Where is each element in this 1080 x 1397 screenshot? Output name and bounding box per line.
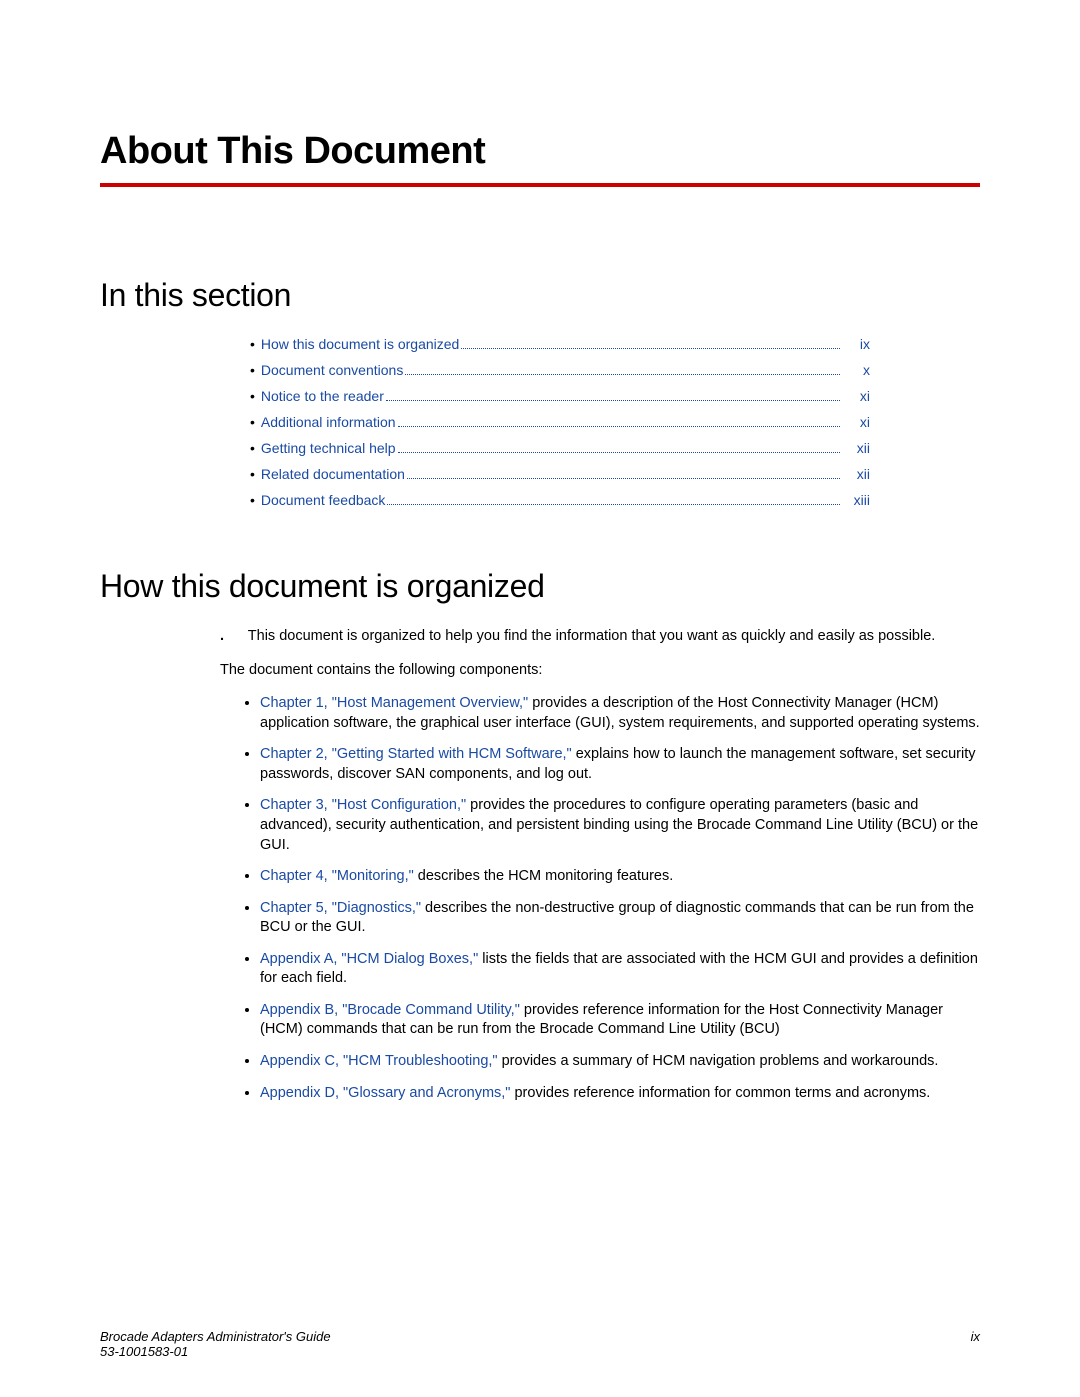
toc-page: xi xyxy=(842,388,870,404)
list-item: Chapter 2, "Getting Started with HCM Sof… xyxy=(260,745,980,784)
toc-leader xyxy=(407,478,840,479)
page: About This Document In this section • Ho… xyxy=(0,0,1080,1397)
toc-label: Additional information xyxy=(261,414,396,430)
page-title: About This Document xyxy=(100,130,980,173)
toc-label: How this document is organized xyxy=(261,336,459,352)
footer: Brocade Adapters Administrator's Guide 5… xyxy=(100,1329,980,1359)
toc-page: xiii xyxy=(842,492,870,508)
toc-page: xii xyxy=(842,466,870,482)
toc-label: Related documentation xyxy=(261,466,405,482)
chapter-link[interactable]: Appendix B, "Brocade Command Utility," xyxy=(260,1002,520,1018)
bullet-icon: • xyxy=(250,388,255,404)
toc-page: xi xyxy=(842,414,870,430)
footer-docnum: 53-1001583-01 xyxy=(100,1344,331,1359)
chapter-link[interactable]: Appendix C, "HCM Troubleshooting," xyxy=(260,1053,498,1069)
toc-item[interactable]: • How this document is organized ix xyxy=(250,336,870,352)
toc-leader xyxy=(405,374,840,375)
bullet-icon: • xyxy=(250,466,255,482)
toc-page: x xyxy=(842,362,870,378)
toc-item[interactable]: • Notice to the reader xi xyxy=(250,388,870,404)
bullet-icon: • xyxy=(250,336,255,352)
toc-leader xyxy=(398,452,840,453)
intro-paragraph: . This document is organized to help you… xyxy=(220,627,980,647)
toc-item[interactable]: • Related documentation xii xyxy=(250,466,870,482)
toc-item[interactable]: • Document feedback xiii xyxy=(250,492,870,508)
list-item: Appendix C, "HCM Troubleshooting," provi… xyxy=(260,1052,980,1072)
bullet-icon: • xyxy=(250,492,255,508)
toc-item[interactable]: • Getting technical help xii xyxy=(250,440,870,456)
chapter-desc: provides a summary of HCM navigation pro… xyxy=(498,1053,939,1069)
toc-label: Notice to the reader xyxy=(261,388,384,404)
bullet-icon: • xyxy=(250,440,255,456)
chapter-list: Chapter 1, "Host Management Overview," p… xyxy=(220,694,980,1103)
intro-text: This document is organized to help you f… xyxy=(248,628,936,644)
toc-item[interactable]: • Document conventions x xyxy=(250,362,870,378)
list-item: Appendix A, "HCM Dialog Boxes," lists th… xyxy=(260,950,980,989)
chapter-desc: provides reference information for commo… xyxy=(510,1085,930,1101)
lead-dot-icon: . xyxy=(220,627,244,647)
list-item: Chapter 4, "Monitoring," describes the H… xyxy=(260,867,980,887)
toc-leader xyxy=(461,348,840,349)
chapter-link[interactable]: Chapter 4, "Monitoring," xyxy=(260,868,414,884)
toc-leader xyxy=(387,504,840,505)
in-this-section-heading: In this section xyxy=(100,277,980,314)
toc-label: Document feedback xyxy=(261,492,386,508)
body: . This document is organized to help you… xyxy=(220,627,980,1103)
toc-page: xii xyxy=(842,440,870,456)
chapter-link[interactable]: Chapter 1, "Host Management Overview," xyxy=(260,695,528,711)
list-item: Chapter 5, "Diagnostics," describes the … xyxy=(260,899,980,938)
toc-label: Document conventions xyxy=(261,362,403,378)
title-rule xyxy=(100,183,980,187)
list-item: Appendix D, "Glossary and Acronyms," pro… xyxy=(260,1084,980,1104)
toc-leader xyxy=(386,400,840,401)
toc-page: ix xyxy=(842,336,870,352)
list-item: Chapter 3, "Host Configuration," provide… xyxy=(260,796,980,855)
chapter-link[interactable]: Chapter 2, "Getting Started with HCM Sof… xyxy=(260,746,572,762)
toc-label: Getting technical help xyxy=(261,440,396,456)
components-paragraph: The document contains the following comp… xyxy=(220,661,980,681)
footer-left: Brocade Adapters Administrator's Guide 5… xyxy=(100,1329,331,1359)
chapter-link[interactable]: Chapter 3, "Host Configuration," xyxy=(260,797,466,813)
how-organized-heading: How this document is organized xyxy=(100,568,980,605)
list-item: Chapter 1, "Host Management Overview," p… xyxy=(260,694,980,733)
list-item: Appendix B, "Brocade Command Utility," p… xyxy=(260,1001,980,1040)
bullet-icon: • xyxy=(250,414,255,430)
footer-guide: Brocade Adapters Administrator's Guide xyxy=(100,1329,331,1344)
chapter-link[interactable]: Chapter 5, "Diagnostics," xyxy=(260,900,421,916)
chapter-desc: describes the HCM monitoring features. xyxy=(414,868,674,884)
toc-leader xyxy=(398,426,840,427)
toc: • How this document is organized ix • Do… xyxy=(250,336,870,508)
chapter-link[interactable]: Appendix A, "HCM Dialog Boxes," xyxy=(260,951,478,967)
bullet-icon: • xyxy=(250,362,255,378)
footer-page-number: ix xyxy=(971,1329,980,1359)
chapter-link[interactable]: Appendix D, "Glossary and Acronyms," xyxy=(260,1085,510,1101)
toc-item[interactable]: • Additional information xi xyxy=(250,414,870,430)
